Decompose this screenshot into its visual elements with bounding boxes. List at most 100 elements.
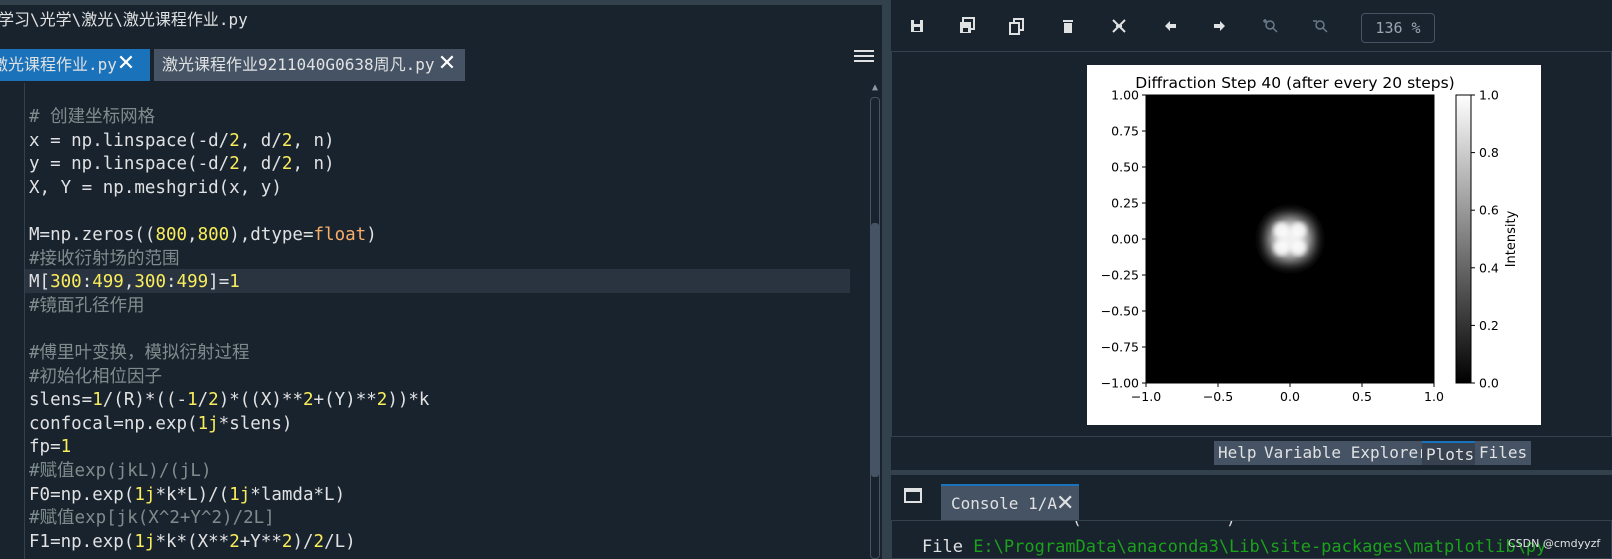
code-line[interactable]: #镜面孔径作用 xyxy=(29,294,145,318)
y-tick-label: −0.25 xyxy=(1101,268,1139,283)
colorbar-gradient xyxy=(1455,94,1472,384)
code-token: , n) xyxy=(292,130,335,151)
code-token: 1 xyxy=(187,390,198,411)
save-icon[interactable] xyxy=(906,15,928,37)
console-tab[interactable]: Console 1/A ✕ xyxy=(941,484,1079,520)
hamburger-menu-icon[interactable] xyxy=(854,47,874,67)
code-token: *lamda*L) xyxy=(250,484,346,505)
code-line[interactable]: y = np.linspace(-d/2, d/2, n) xyxy=(29,152,335,176)
code-line[interactable]: #接收衍射场的范围 xyxy=(29,247,180,271)
tab-label: 激光课程作业9211040G0638周凡.py xyxy=(162,55,435,74)
tab-help[interactable]: Help xyxy=(1214,441,1261,465)
tab-close-icon[interactable]: ✕ xyxy=(116,49,136,81)
console-tab-bar: Console 1/A ✕ xyxy=(891,475,1612,520)
code-token: F1=np.exp( xyxy=(29,531,135,552)
code-token: #初始化相位因子 xyxy=(29,366,163,387)
code-token: #傅里叶变换，模拟衍射过程 xyxy=(29,343,250,363)
code-token: 499 xyxy=(176,272,209,293)
code-token: ]= xyxy=(208,272,230,293)
heatmap-chart: Diffraction Step 40 (after every 20 step… xyxy=(1101,74,1519,404)
code-token: 1j xyxy=(134,531,156,552)
console-close-icon[interactable]: ✕ xyxy=(1056,486,1074,522)
colorbar-tick-label: 1.0 xyxy=(1479,88,1499,103)
tab-plots[interactable]: Plots xyxy=(1422,441,1479,465)
code-line[interactable]: fp=1 xyxy=(29,435,71,459)
code-token: ))*k xyxy=(387,390,430,411)
code-token: float xyxy=(313,225,367,245)
code-line[interactable]: #赋值exp[jk(X^2+Y^2)/2L] xyxy=(29,506,275,530)
code-token: 2 xyxy=(281,154,293,175)
code-token: slens= xyxy=(29,390,93,411)
code-token: / xyxy=(197,390,209,411)
code-token: 499 xyxy=(92,272,124,293)
code-line[interactable]: slens=1/(R)*((-1/2)*((X)**2+(Y)**2))*k xyxy=(29,388,429,412)
editor-tab[interactable]: 激光课程作业9211040G0638周凡.py ✕ xyxy=(154,49,465,81)
zoom-out-icon[interactable] xyxy=(1310,15,1332,37)
chart-title: Diffraction Step 40 (after every 20 step… xyxy=(1135,74,1454,92)
plot-figure[interactable]: Diffraction Step 40 (after every 20 step… xyxy=(1087,65,1541,425)
tab-files[interactable]: Files xyxy=(1475,441,1532,465)
code-editor[interactable]: # 创建坐标网格 x = np.linspace(-d/2, d/2, n) y =… xyxy=(0,83,882,559)
editor-tab-active[interactable]: 激光课程作业.py ✕ xyxy=(0,49,150,81)
code-token: *k*L)/( xyxy=(155,484,230,505)
code-token: #接收衍射场的范围 xyxy=(29,248,180,269)
code-line[interactable]: M[300:499,300:499]=1 xyxy=(29,270,240,294)
code-line[interactable]: x = np.linspace(-d/2, d/2, n) xyxy=(29,129,335,153)
code-line[interactable]: # 创建坐标网格 xyxy=(29,105,155,129)
copy-icon[interactable] xyxy=(1006,15,1028,37)
code-token: 800 xyxy=(155,225,188,245)
delete-icon[interactable] xyxy=(1057,15,1079,37)
code-token: , xyxy=(187,225,198,245)
tab-close-icon[interactable]: ✕ xyxy=(437,49,457,81)
code-token: M[ xyxy=(29,272,51,293)
zoom-level-field[interactable]: 136 % xyxy=(1361,13,1435,43)
forward-arrow-icon[interactable] xyxy=(1209,15,1231,37)
close-all-icon[interactable] xyxy=(1108,15,1130,37)
y-axis: 1.00 0.75 0.50 0.25 0.00 −0.25 −0.50 −0.75 −1.00 xyxy=(1101,88,1146,391)
pane-splitter[interactable] xyxy=(882,0,891,559)
code-token: 300 xyxy=(50,272,82,293)
code-token: , d/ xyxy=(239,130,282,151)
x-tick-label: −1.0 xyxy=(1131,389,1161,404)
code-token: )/ xyxy=(292,531,314,552)
code-token: +(Y)** xyxy=(313,390,377,411)
code-token: *slens) xyxy=(218,413,293,434)
code-token: 2 xyxy=(281,130,293,151)
spot-lobe xyxy=(1273,222,1290,239)
colorbar-label: Intensity xyxy=(1504,210,1519,267)
console-output[interactable]: ( ) File E:\ProgramData\anaconda3\Lib\si… xyxy=(891,520,1612,559)
code-line[interactable]: confocal=np.exp(1j*slens) xyxy=(29,412,292,436)
code-line[interactable]: F0=np.exp(1j*k*L)/(1j*lamda*L) xyxy=(29,483,345,507)
y-tick-label: −0.50 xyxy=(1101,304,1139,319)
back-arrow-icon[interactable] xyxy=(1159,15,1181,37)
x-tick-label: 0.0 xyxy=(1280,389,1300,404)
editor-scrollbar[interactable]: ▲ xyxy=(868,83,882,559)
colorbar-tick-label: 0.8 xyxy=(1479,145,1499,160)
code-token: , d/ xyxy=(239,154,282,175)
code-line[interactable]: #赋值exp(jkL)/(jL) xyxy=(29,459,212,483)
code-token: fp= xyxy=(29,437,61,458)
tab-variable-explorer[interactable]: Variable Explorer xyxy=(1260,441,1432,465)
code-line[interactable]: #傅里叶变换，模拟衍射过程 xyxy=(29,341,250,365)
scrollbar-thumb[interactable] xyxy=(871,223,879,477)
code-line[interactable]: F1=np.exp(1j*k*(X**2+Y**2)/2/L) xyxy=(29,530,356,554)
window-icon[interactable] xyxy=(904,488,922,503)
zoom-in-icon[interactable] xyxy=(1260,15,1282,37)
code-token: ),dtype= xyxy=(229,225,314,245)
pane-tab-bar: Help Variable Explorer Plots Files xyxy=(891,437,1612,467)
code-token: 1 xyxy=(92,390,103,411)
code-token: +Y** xyxy=(239,531,282,552)
code-token: M=np.zeros(( xyxy=(29,225,156,245)
code-line[interactable]: X, Y = np.meshgrid(x, y) xyxy=(29,176,282,200)
code-token: 1j xyxy=(134,484,156,505)
tab-label: 激光课程作业.py xyxy=(0,55,117,74)
y-tick-label: 0.00 xyxy=(1111,232,1139,247)
file-path: 学习\光学\激光\激光课程作业.py xyxy=(0,10,248,29)
scroll-up-icon[interactable]: ▲ xyxy=(871,83,879,93)
code-line[interactable]: #初始化相位因子 xyxy=(29,365,162,389)
code-line[interactable]: M=np.zeros((800,800),dtype=float) xyxy=(29,223,377,247)
spot-lobe xyxy=(1273,239,1290,256)
code-token: ) xyxy=(366,225,377,245)
x-tick-label: 1.0 xyxy=(1424,389,1444,404)
save-all-icon[interactable] xyxy=(956,15,978,37)
